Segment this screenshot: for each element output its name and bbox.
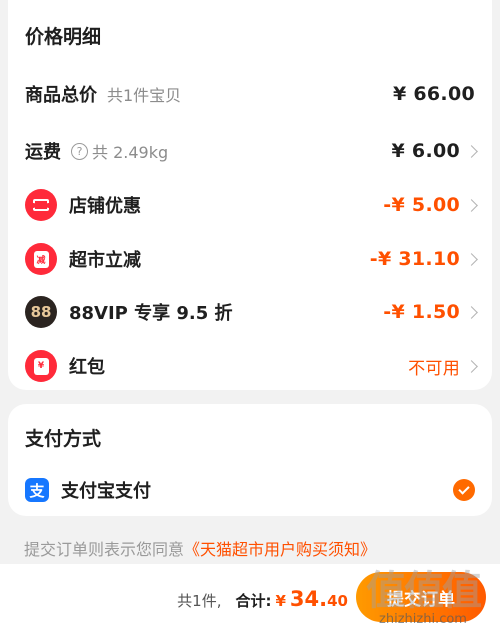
chevron-right-icon <box>465 252 478 266</box>
total-amount-integer: 34. <box>289 587 328 611</box>
submit-order-button[interactable]: 提交订单 <box>356 572 486 622</box>
agreement-text: 提交订单则表示您同意《天猫超市用户购买须知》 <box>24 536 376 560</box>
88vip-icon: 88 <box>25 296 57 328</box>
coupon-icon <box>25 189 57 221</box>
goods-total-amount: ¥ 66.00 <box>392 83 475 105</box>
discount-amount: -¥ 5.00 <box>383 194 460 216</box>
selected-check-icon[interactable] <box>453 479 475 501</box>
help-icon[interactable]: ? <box>71 142 88 160</box>
discount-label: 店铺优惠 <box>69 196 141 217</box>
discount-label: 超市立减 <box>69 250 141 271</box>
price-detail-title: 价格明细 <box>25 26 102 48</box>
goods-total-label: 商品总价 <box>25 85 97 106</box>
discount-row-shop[interactable]: 店铺优惠 -¥ 5.00 <box>8 185 492 225</box>
agreement-prefix: 提交订单则表示您同意 <box>24 540 185 559</box>
total-amount-decimal: 40 <box>327 592 348 610</box>
shipping-amount: ¥ 6.00 <box>391 140 460 162</box>
shipping-weight: 共 2.49kg <box>92 143 169 162</box>
discount-amount: -¥ 1.50 <box>383 301 460 323</box>
chevron-right-icon <box>465 305 478 319</box>
shipping-label: 运费 <box>25 142 61 163</box>
payment-method-card: 支付方式 支 支付宝支付 <box>8 404 492 516</box>
discount-row-88vip[interactable]: 88 88VIP 专享 9.5 折 -¥ 1.50 <box>8 292 492 332</box>
order-summary: 共1件, 合计: ¥ 34. 40 <box>177 587 348 611</box>
agreement-link[interactable]: 《天猫超市用户购买须知》 <box>184 540 376 559</box>
goods-count: 共1件宝贝 <box>107 86 182 105</box>
payment-option-label: 支付宝支付 <box>61 481 151 502</box>
payment-option-alipay[interactable]: 支 支付宝支付 <box>8 470 492 510</box>
chevron-right-icon <box>465 144 478 158</box>
currency-symbol: ¥ <box>275 592 286 610</box>
discount-amount: -¥ 31.10 <box>369 248 460 270</box>
chevron-right-icon <box>465 198 478 212</box>
shipping-row[interactable]: 运费 ? 共 2.49kg ¥ 6.00 <box>8 131 492 171</box>
payment-method-title: 支付方式 <box>25 428 102 450</box>
supermarket-discount-icon: 减 <box>25 243 57 275</box>
item-count: 共1件, <box>177 592 222 610</box>
red-packet-icon: ¥ <box>25 350 57 382</box>
goods-total-row: 商品总价 共1件宝贝 ¥ 66.00 <box>8 74 492 114</box>
price-detail-card: 价格明细 商品总价 共1件宝贝 ¥ 66.00 运费 ? 共 2.49kg ¥ … <box>8 0 492 390</box>
red-packet-row[interactable]: ¥ 红包 不可用 <box>8 346 492 386</box>
chevron-right-icon <box>465 359 478 373</box>
total-label: 合计: <box>235 592 272 610</box>
discount-row-supermarket[interactable]: 减 超市立减 -¥ 31.10 <box>8 239 492 279</box>
alipay-icon: 支 <box>25 478 49 502</box>
red-packet-status: 不可用 <box>408 358 460 379</box>
red-packet-label: 红包 <box>69 357 105 378</box>
discount-label: 88VIP 专享 9.5 折 <box>69 303 233 324</box>
checkout-footer: 共1件, 合计: ¥ 34. 40 提交订单 <box>0 564 500 638</box>
